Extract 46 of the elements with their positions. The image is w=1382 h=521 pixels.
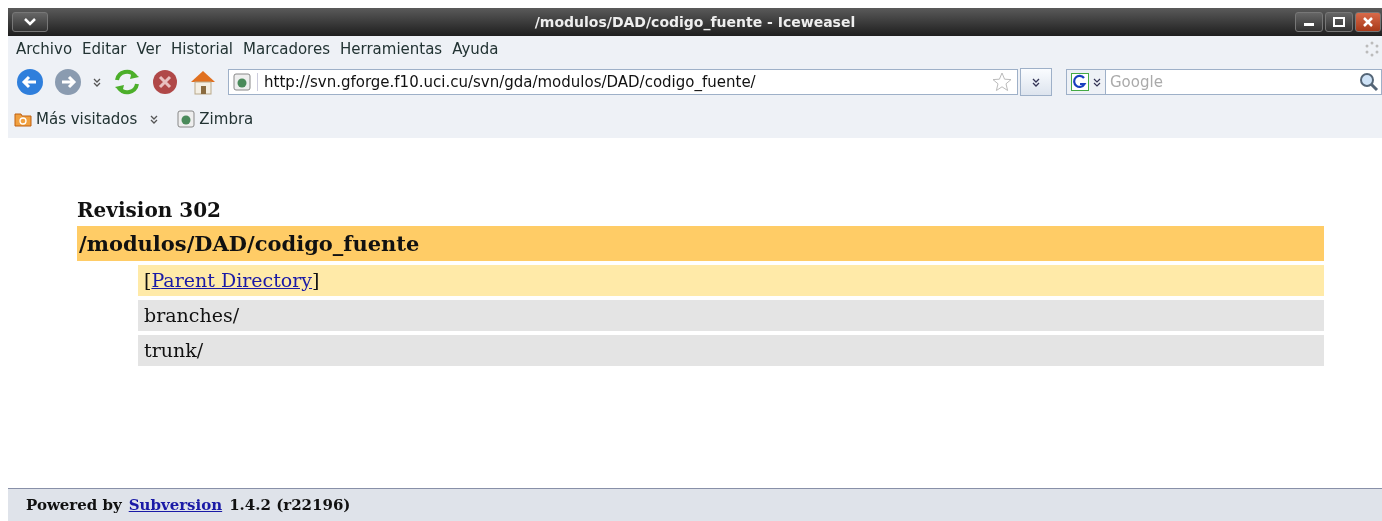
- maximize-button[interactable]: [1325, 12, 1353, 32]
- stop-icon[interactable]: [152, 69, 178, 95]
- version-text: 1.4.2 (r22196): [229, 496, 351, 514]
- close-icon: [1362, 17, 1374, 27]
- bracket: [: [144, 269, 152, 291]
- menu-item[interactable]: Marcadores: [243, 40, 330, 58]
- path-heading: /modulos/DAD/codigo_fuente: [77, 226, 1324, 261]
- double-chevron-icon: [1031, 77, 1041, 87]
- bookmark-item[interactable]: Más visitados: [14, 110, 160, 128]
- forward-icon[interactable]: [54, 68, 82, 96]
- throbber-icon: [1364, 41, 1380, 57]
- bookmark-item[interactable]: Zimbra: [177, 110, 254, 128]
- window-menu-button[interactable]: [12, 12, 48, 32]
- history-dropdown-icon[interactable]: [92, 77, 102, 87]
- url-dropdown-button[interactable]: [1020, 68, 1052, 96]
- parent-directory-link[interactable]: Parent Directory: [151, 269, 313, 291]
- revision-heading: Revision 302: [77, 198, 221, 222]
- subversion-link[interactable]: Subversion: [128, 496, 223, 514]
- double-chevron-icon: [149, 114, 160, 124]
- back-icon[interactable]: [16, 68, 44, 96]
- maximize-icon: [1332, 17, 1346, 27]
- menu-item[interactable]: Editar: [82, 40, 127, 58]
- search-field[interactable]: Google: [1106, 69, 1382, 95]
- star-icon[interactable]: [991, 71, 1013, 93]
- menu-item[interactable]: Ayuda: [452, 40, 499, 58]
- menu-item[interactable]: Historial: [171, 40, 233, 58]
- close-button[interactable]: [1355, 12, 1381, 32]
- google-g-icon: [1071, 73, 1089, 91]
- footer-text: Powered by: [26, 496, 122, 514]
- folder-icon: [14, 111, 32, 127]
- address-bar[interactable]: http://svn.gforge.f10.uci.cu/svn/gda/modulos/DAD/codigo_fuente/: [228, 69, 1018, 95]
- menu-item[interactable]: Archivo: [16, 40, 73, 58]
- page-icon: [177, 110, 196, 128]
- directory-entry[interactable]: branches/: [138, 300, 1324, 331]
- url-text: http://svn.gforge.f10.uci.cu/svn/gda/modulos/DAD/codigo_fuente/: [257, 73, 991, 91]
- search-icon[interactable]: [1359, 72, 1379, 92]
- menu-item[interactable]: Ver: [136, 40, 161, 58]
- page-icon: [233, 73, 251, 91]
- bracket: ]: [312, 269, 320, 291]
- chevron-down-icon: [22, 17, 38, 27]
- window-title: /modulos/DAD/codigo_fuente - Iceweasel: [534, 14, 856, 30]
- double-chevron-icon: [1093, 77, 1101, 87]
- minimize-button[interactable]: [1295, 12, 1323, 32]
- search-engine-button[interactable]: [1066, 69, 1106, 95]
- directory-entry[interactable]: trunk/: [138, 335, 1324, 366]
- menu-item[interactable]: Herramientas: [340, 40, 443, 58]
